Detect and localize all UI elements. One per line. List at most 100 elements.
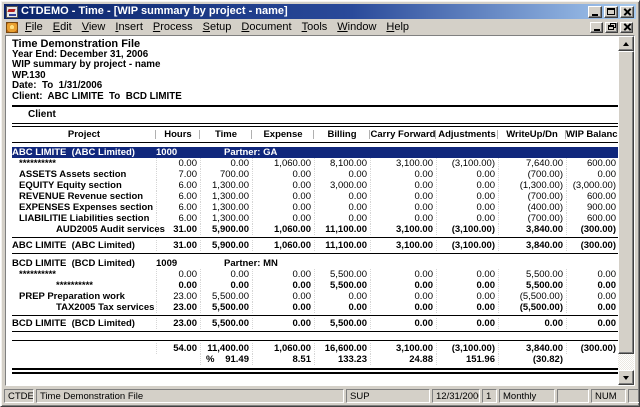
cell: 0.00 — [436, 191, 498, 202]
menu-file[interactable]: File — [20, 21, 48, 34]
row-label: LIABILITIE Liabilities section — [12, 213, 156, 224]
cell: (300.00) — [566, 240, 618, 251]
column-headers: ProjectHoursTimeExpenseBillingCarry Forw… — [12, 128, 618, 141]
cell: (3,100.00) — [436, 224, 498, 235]
report-row[interactable]: PREP Preparation work23.005,500.000.000.… — [12, 291, 618, 302]
cell: (300.00) — [566, 224, 618, 235]
cell: 0.00 — [436, 180, 498, 191]
cell: 1,060.00 — [252, 158, 314, 169]
cell: (3,100.00) — [436, 240, 498, 251]
cell: 1,300.00 — [200, 180, 252, 191]
cell: (700.00) — [498, 191, 566, 202]
report-row[interactable]: AUD2005 Audit services31.005,900.001,060… — [12, 224, 618, 235]
scroll-down-button[interactable] — [618, 370, 634, 385]
maximize-button[interactable] — [604, 6, 618, 18]
menu-document[interactable]: Document — [236, 21, 296, 34]
close-icon — [623, 23, 631, 31]
cell: (700.00) — [498, 213, 566, 224]
cell: 31.00 — [156, 224, 200, 235]
cell: 0.00 — [370, 302, 436, 313]
cell: (700.00) — [498, 169, 566, 180]
status-panel-3: 12/31/2006 — [432, 389, 480, 403]
cell: 3,840.00 — [498, 224, 566, 235]
cell: 3,840.00 — [498, 343, 566, 354]
report-row[interactable]: LIABILITIE Liabilities section6.001,300.… — [12, 213, 618, 224]
report-row[interactable]: ASSETS Assets section7.00700.000.000.000… — [12, 169, 618, 180]
report-row[interactable]: TAX2005 Tax services23.005,500.000.000.0… — [12, 302, 618, 313]
cell: 5,500.00 — [314, 280, 370, 291]
menu-setup[interactable]: Setup — [198, 21, 237, 34]
report-wp-number: WP.130 — [12, 71, 618, 81]
menu-items: FileEditViewInsertProcessSetupDocumentTo… — [20, 21, 590, 34]
cell: 0.00 — [200, 269, 252, 280]
cell: 0.00 — [370, 180, 436, 191]
menu-window[interactable]: Window — [332, 21, 381, 34]
client-header-row[interactable]: ABC LIMITE (ABC Limited)1000Partner: GA — [12, 147, 618, 158]
cell: 6.00 — [156, 202, 200, 213]
scrollbar-thumb[interactable] — [618, 51, 634, 354]
cell: 5,500.00 — [314, 318, 370, 329]
child-restore-button[interactable] — [605, 22, 618, 33]
minimize-button[interactable] — [588, 6, 602, 18]
cell: 54.00 — [156, 343, 200, 354]
cell: 1,300.00 — [200, 202, 252, 213]
menu-help[interactable]: Help — [381, 21, 414, 34]
cell: 151.96 — [436, 354, 498, 365]
double-divider-line — [12, 368, 618, 374]
cell: 0.00 — [566, 169, 618, 180]
column-header-time: Time — [200, 129, 252, 140]
report-row[interactable]: 54.0011,400.001,060.0016,600.003,100.00(… — [12, 343, 618, 354]
menu-tools[interactable]: Tools — [297, 21, 333, 34]
report-row[interactable]: **********0.000.000.005,500.000.000.005,… — [12, 269, 618, 280]
child-close-button[interactable] — [620, 22, 633, 33]
menu-process[interactable]: Process — [148, 21, 198, 34]
menu-edit[interactable]: Edit — [48, 21, 77, 34]
cell: 600.00 — [566, 158, 618, 169]
cell: 23.00 — [156, 318, 200, 329]
child-minimize-button[interactable] — [590, 22, 603, 33]
cell: 31.00 — [156, 240, 200, 251]
cell: 11,100.00 — [314, 224, 370, 235]
status-panel-6 — [557, 389, 589, 403]
cell: 23.00 — [156, 302, 200, 313]
cell: 0.00 — [252, 291, 314, 302]
report-row[interactable]: **********0.000.001,060.008,100.003,100.… — [12, 158, 618, 169]
report-row[interactable]: ABC LIMITE (ABC Limited)31.005,900.001,0… — [12, 240, 618, 251]
vertical-scrollbar[interactable] — [618, 36, 634, 385]
cell: 0.00 — [436, 269, 498, 280]
report-row[interactable]: REVENUE Revenue section6.001,300.000.000… — [12, 191, 618, 202]
cell: 600.00 — [566, 191, 618, 202]
client-header-row[interactable]: BCD LIMITE (BCD Limited)1009Partner: MN — [12, 258, 618, 269]
divider-line — [12, 237, 618, 238]
cell: 7,640.00 — [498, 158, 566, 169]
cell: 5,500.00 — [498, 269, 566, 280]
cell: 600.00 — [566, 213, 618, 224]
menu-insert[interactable]: Insert — [110, 21, 148, 34]
app-icon — [6, 6, 18, 18]
document-window-icon[interactable] — [6, 22, 18, 33]
report-row[interactable]: **********0.000.000.005,500.000.000.005,… — [12, 280, 618, 291]
report-row[interactable]: %91.498.51133.2324.88151.96(30.82) — [12, 354, 618, 365]
menu-view[interactable]: View — [77, 21, 111, 34]
report-name: WIP summary by project - name — [12, 60, 618, 70]
cell: 1,300.00 — [200, 213, 252, 224]
cell: 0.00 — [314, 213, 370, 224]
cell: 0.00 — [200, 280, 252, 291]
divider-line — [12, 340, 618, 341]
cell: 1,300.00 — [200, 191, 252, 202]
scroll-up-button[interactable] — [618, 36, 634, 51]
cell: (3,100.00) — [436, 158, 498, 169]
report-row[interactable]: EQUITY Equity section6.001,300.000.003,0… — [12, 180, 618, 191]
cell: (1,300.00) — [498, 180, 566, 191]
column-header-billing: Billing — [314, 129, 370, 140]
cell: 0.00 — [252, 202, 314, 213]
report-row[interactable]: EXPENSES Expenses section6.001,300.000.0… — [12, 202, 618, 213]
column-header-project: Project — [12, 129, 156, 140]
cell: 0.00 — [156, 280, 200, 291]
close-button[interactable] — [620, 6, 634, 18]
report-row[interactable]: BCD LIMITE (BCD Limited)23.005,500.000.0… — [12, 318, 618, 329]
cell: 0.00 — [314, 202, 370, 213]
minimize-icon — [594, 29, 600, 31]
cell: 0.00 — [436, 169, 498, 180]
cell: 5,500.00 — [200, 291, 252, 302]
